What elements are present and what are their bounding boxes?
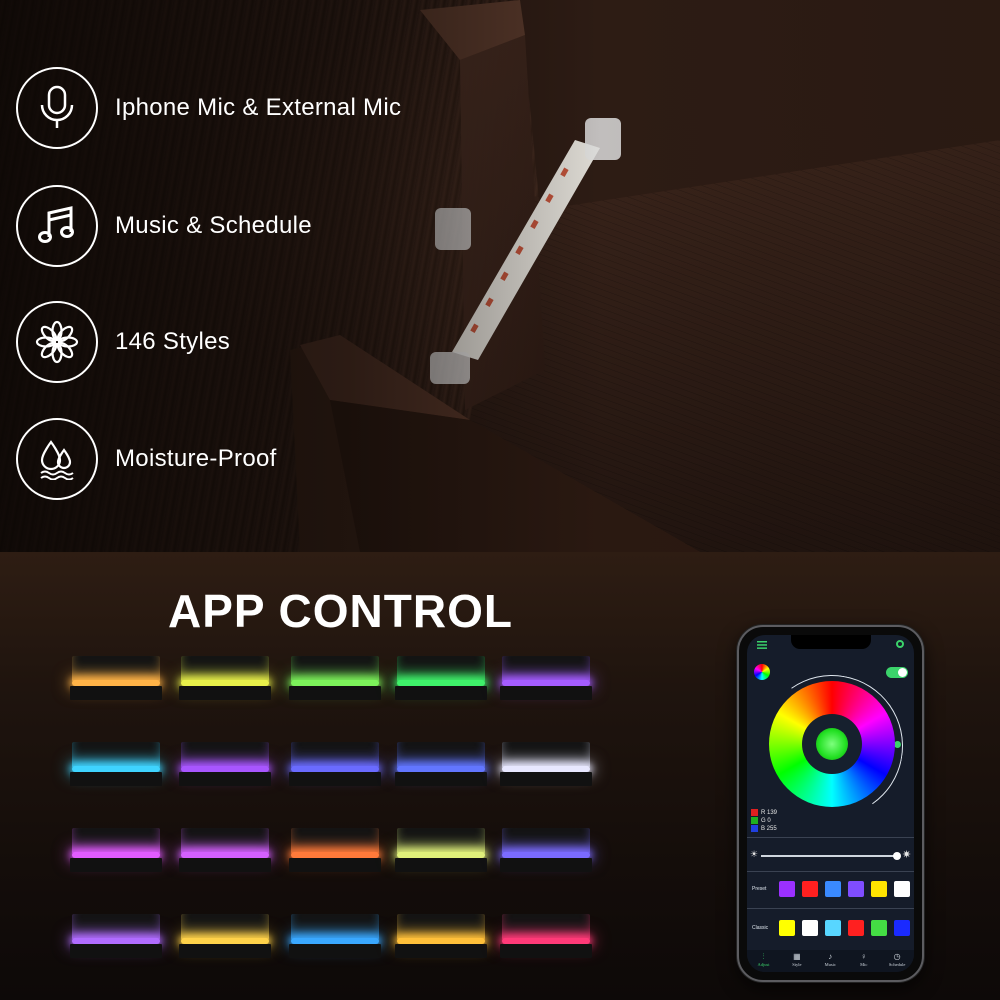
brightness-slider[interactable] <box>761 855 897 857</box>
selected-color <box>816 728 848 760</box>
water-drops-icon <box>16 418 98 500</box>
menu-icon[interactable] <box>757 641 767 649</box>
feature-styles: 146 Styles <box>16 301 230 383</box>
tab-style[interactable]: ▦ Style <box>780 952 813 967</box>
classic-color-swatch[interactable] <box>894 920 910 936</box>
led-shelf <box>289 656 381 702</box>
app-control-title: APP CONTROL <box>168 585 513 637</box>
led-shelf <box>70 914 162 960</box>
app-screen: R 139 G 0B 255 ☀ ✷ Preset Classic ⫶ Adjust… <box>747 635 914 972</box>
arc-knob[interactable] <box>894 741 901 748</box>
clock-icon: ◷ <box>893 952 901 961</box>
brightness-low-icon: ☀ <box>750 849 759 859</box>
tab-label: Style <box>792 962 802 967</box>
led-shelf <box>289 914 381 960</box>
tab-label: Music <box>824 962 836 967</box>
feature-label: Music & Schedule <box>115 212 312 239</box>
led-shelf <box>500 828 592 874</box>
rgb-value-g: G 0 <box>751 817 771 824</box>
led-shelf <box>395 656 487 702</box>
tab-music[interactable]: ♪ Music <box>814 952 847 967</box>
preset-color-swatch[interactable] <box>825 881 841 897</box>
feature-moisture: Moisture-Proof <box>16 418 277 500</box>
settings-icon[interactable] <box>896 640 904 648</box>
music-icon: ♪ <box>828 952 833 961</box>
music-note-icon <box>16 185 98 267</box>
classic-color-swatch[interactable] <box>848 920 864 936</box>
led-shelf <box>500 914 592 960</box>
power-toggle[interactable] <box>886 667 908 678</box>
led-shelf <box>500 742 592 788</box>
feature-music: Music & Schedule <box>16 185 312 267</box>
tab-label: Mic <box>860 962 868 967</box>
led-shelf <box>70 656 162 702</box>
flower-icon <box>16 301 98 383</box>
led-shelf <box>500 656 592 702</box>
led-shelf <box>179 656 271 702</box>
preset-color-swatch[interactable] <box>848 881 864 897</box>
product-photo: Iphone Mic & External Mic Music & Schedu… <box>0 0 1000 552</box>
led-shelf <box>289 742 381 788</box>
led-shelf <box>179 914 271 960</box>
preset-color-swatch[interactable] <box>802 881 818 897</box>
classic-color-swatch[interactable] <box>871 920 887 936</box>
tab-bar: ⫶ Adjust ▦ Style ♪ Music ♀ Mic ◷ Schedule <box>747 950 914 972</box>
led-shelf <box>179 742 271 788</box>
brightness-slider-knob[interactable] <box>893 852 901 860</box>
preset-color-swatch[interactable] <box>779 881 795 897</box>
tab-schedule[interactable]: ◷ Schedule <box>881 952 914 967</box>
smartphone: R 139 G 0B 255 ☀ ✷ Preset Classic ⫶ Adjust… <box>737 625 924 982</box>
led-shelf <box>289 828 381 874</box>
brightness-high-icon: ✷ <box>902 849 912 861</box>
classic-color-swatch[interactable] <box>802 920 818 936</box>
led-shelf <box>70 742 162 788</box>
color-wheel[interactable] <box>769 681 895 807</box>
feature-label: Iphone Mic & External Mic <box>115 94 402 121</box>
rgb-value-r: R 139 <box>751 809 777 816</box>
preset-color-swatch[interactable] <box>894 881 910 897</box>
feature-label: 146 Styles <box>115 328 231 355</box>
feature-label: Moisture-Proof <box>115 445 277 472</box>
preset-color-swatch[interactable] <box>871 881 887 897</box>
tab-label: Schedule <box>888 962 906 967</box>
feature-mic: Iphone Mic & External Mic <box>16 67 401 149</box>
tab-mic[interactable]: ♀ Mic <box>847 952 880 967</box>
microphone-icon <box>16 67 98 149</box>
led-shelf <box>395 828 487 874</box>
mic-icon: ♀ <box>860 952 867 961</box>
led-shelf <box>395 742 487 788</box>
rgb-value-b: B 255 <box>751 825 777 832</box>
classic-label: Classic <box>752 925 769 931</box>
led-shelf <box>179 828 271 874</box>
classic-color-swatch[interactable] <box>779 920 795 936</box>
sliders-icon: ⫶ <box>762 952 765 961</box>
tab-label: Adjust <box>757 962 770 967</box>
led-shelf <box>70 828 162 874</box>
preset-label: Preset <box>752 886 767 892</box>
classic-color-swatch[interactable] <box>825 920 841 936</box>
color-mode-icon[interactable] <box>754 664 770 680</box>
led-shelf <box>395 914 487 960</box>
grid-icon: ▦ <box>793 952 801 961</box>
tab-adjust[interactable]: ⫶ Adjust <box>747 952 780 967</box>
